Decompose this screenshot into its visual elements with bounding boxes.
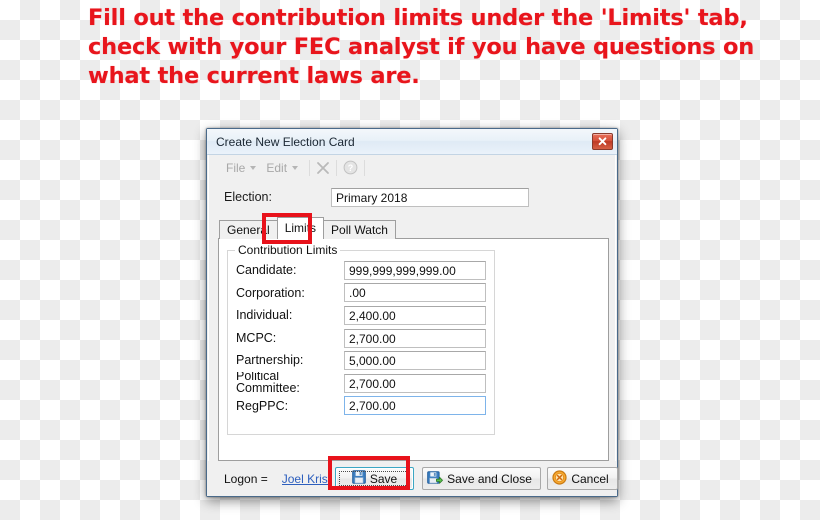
individual-input[interactable]: 2,400.00 [344, 305, 486, 325]
annotation-heading: Fill out the contribution limits under t… [88, 4, 755, 91]
partnership-input[interactable]: 5,000.00 [344, 351, 486, 371]
logon-user-link[interactable]: Joel Krist [282, 472, 331, 486]
field-row-corporation: Corporation: .00 [236, 282, 486, 305]
save-and-close-button-label: Save and Close [447, 471, 532, 486]
save-button[interactable]: Save [335, 467, 414, 490]
save-and-close-button[interactable]: Save and Close [422, 467, 541, 490]
logon-label: Logon = [224, 471, 268, 486]
regppc-label: RegPPC: [236, 398, 289, 413]
svg-text:?: ? [348, 163, 354, 173]
cancel-circle-x-icon [552, 469, 567, 488]
close-icon[interactable] [592, 133, 613, 150]
toolbar-separator [309, 159, 311, 176]
contribution-limits-fields: Candidate: 999,999,999,999.00 Corporatio… [236, 259, 486, 417]
election-row: Election: Primary 2018 [207, 180, 617, 214]
save-button-label: Save [369, 471, 398, 486]
field-row-regppc: RegPPC: 2,700.00 [236, 395, 486, 418]
limits-tab-panel: Contribution Limits Candidate: 999,999,9… [218, 238, 609, 461]
annotation-line-1: Fill out the contribution limits under t… [88, 5, 748, 31]
chevron-down-icon [292, 165, 299, 170]
corporation-label: Corporation: [236, 285, 305, 300]
partnership-label: Partnership: [236, 353, 304, 368]
tabstrip: General Limits Poll Watch [218, 217, 609, 239]
tab-host: General Limits Poll Watch Contribution L… [218, 217, 609, 461]
cancel-button[interactable]: Cancel [547, 467, 618, 490]
mcpc-input[interactable]: 2,700.00 [344, 328, 486, 348]
mcpc-label: MCPC: [236, 330, 277, 345]
cancel-button-label: Cancel [571, 471, 609, 486]
help-question-icon[interactable]: ? [343, 160, 358, 175]
election-label: Election: [224, 190, 272, 204]
candidate-input[interactable]: 999,999,999,999.00 [344, 260, 486, 280]
chevron-down-icon [250, 165, 257, 170]
edit-menu-label: Edit [266, 160, 288, 175]
field-row-partnership: Partnership: 5,000.00 [236, 349, 486, 372]
annotation-line-3: what the current laws are. [88, 63, 420, 89]
corporation-input[interactable]: .00 [344, 283, 486, 303]
regppc-input[interactable]: 2,700.00 [344, 396, 486, 416]
tab-poll-watch[interactable]: Poll Watch [323, 220, 396, 239]
toolbar-separator [364, 159, 366, 176]
political-committee-label-line2: Committee: [236, 380, 300, 394]
field-row-individual: Individual: 2,400.00 [236, 304, 486, 327]
field-row-candidate: Candidate: 999,999,999,999.00 [236, 259, 486, 282]
dialog-toolbar: File Edit ? [207, 155, 617, 180]
election-input[interactable]: Primary 2018 [331, 187, 529, 207]
annotation-line-2: check with your FEC analyst if you have … [88, 34, 755, 60]
file-menu[interactable]: File [221, 159, 261, 177]
field-row-mcpc: MCPC: 2,700.00 [236, 327, 486, 350]
individual-label: Individual: [236, 308, 293, 323]
candidate-label: Candidate: [236, 263, 297, 278]
toolbar-separator [336, 159, 338, 176]
delete-x-icon[interactable] [316, 161, 330, 175]
political-committee-label: Political Committee: [236, 372, 344, 394]
political-committee-input[interactable]: 2,700.00 [344, 373, 486, 393]
tab-limits[interactable]: Limits [276, 217, 325, 239]
field-row-political-committee: Political Committee: 2,700.00 [236, 372, 486, 395]
contribution-limits-groupbox: Contribution Limits Candidate: 999,999,9… [227, 243, 495, 435]
edit-menu[interactable]: Edit [261, 159, 303, 177]
dialog-titlebar: Create New Election Card [207, 129, 617, 155]
contribution-limits-title: Contribution Limits [235, 243, 341, 257]
dialog-title: Create New Election Card [216, 134, 355, 149]
floppy-disk-icon [352, 470, 366, 487]
dialog-footer: Logon = Joel Krist Save Save and Close C… [207, 461, 618, 496]
tab-general[interactable]: General [219, 220, 278, 239]
create-new-election-card-dialog: Create New Election Card File Edit ? Ele… [206, 128, 618, 497]
file-menu-label: File [226, 160, 246, 175]
floppy-disk-arrow-icon [427, 470, 444, 488]
